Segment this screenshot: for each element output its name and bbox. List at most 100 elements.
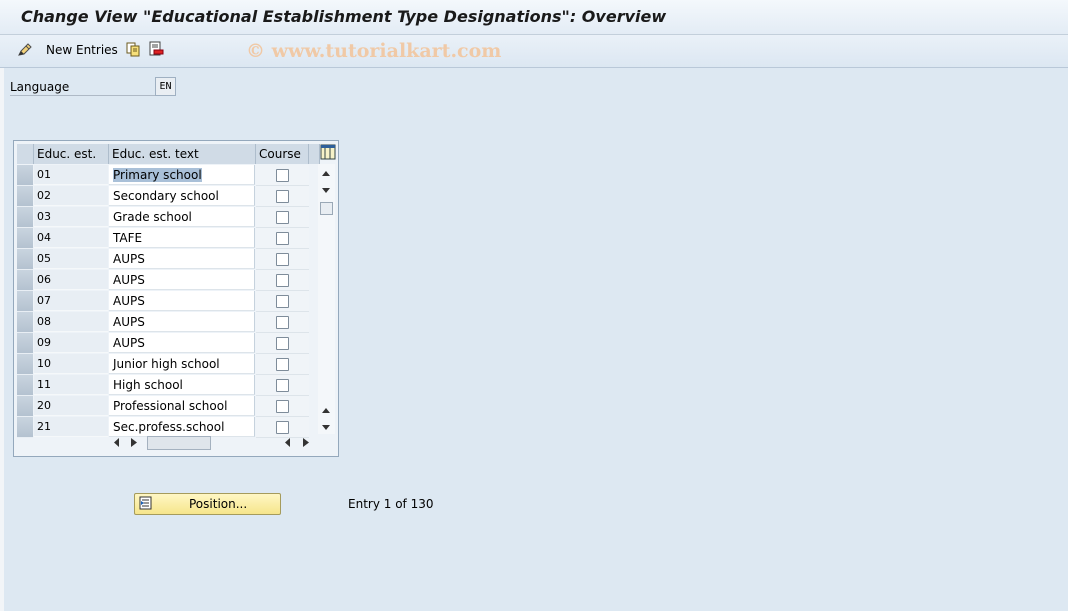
educ-est-text-cell[interactable]: High school — [109, 375, 255, 395]
course-cell — [256, 249, 309, 270]
course-cell — [256, 228, 309, 249]
select-all-header[interactable] — [17, 144, 34, 164]
educ-est-cell: 09 — [34, 333, 108, 353]
educ-est-text-cell[interactable]: Primary school — [109, 165, 255, 185]
language-field[interactable]: EN — [155, 77, 176, 96]
educ-est-cell: 10 — [34, 354, 108, 374]
table-row[interactable]: 10 Junior high school — [17, 354, 320, 375]
educ-est-cell: 03 — [34, 207, 108, 227]
horizontal-scroll-thumb[interactable] — [147, 436, 211, 450]
scroll-thumb[interactable] — [320, 202, 333, 215]
row-selector[interactable] — [17, 207, 33, 228]
educ-est-text-cell[interactable]: AUPS — [109, 333, 255, 353]
delete-icon[interactable] — [148, 41, 164, 57]
educ-est-text-value: Junior high school — [113, 357, 220, 371]
watermark: © www.tutorialkart.com — [246, 40, 502, 62]
course-checkbox[interactable] — [276, 295, 289, 308]
table-row[interactable]: 03 Grade school — [17, 207, 320, 228]
scroll-down-icon[interactable] — [321, 187, 331, 194]
scroll-page-up-icon[interactable] — [321, 407, 331, 414]
course-checkbox[interactable] — [276, 421, 289, 434]
course-checkbox[interactable] — [276, 232, 289, 245]
scroll-right-icon-2[interactable] — [303, 438, 309, 447]
row-selector[interactable] — [17, 165, 33, 186]
column-header-educ-est-text[interactable]: Educ. est. text — [109, 144, 256, 164]
table-settings-icon[interactable] — [320, 144, 336, 160]
horizontal-scrollbar[interactable] — [109, 435, 313, 450]
row-selector[interactable] — [17, 417, 33, 438]
scroll-right-icon[interactable] — [131, 438, 137, 447]
course-checkbox[interactable] — [276, 400, 289, 413]
course-checkbox[interactable] — [276, 337, 289, 350]
table-row[interactable]: 05 AUPS — [17, 249, 320, 270]
educ-est-text-cell[interactable]: AUPS — [109, 312, 255, 332]
course-checkbox[interactable] — [276, 358, 289, 371]
column-header-course[interactable]: Course — [256, 144, 309, 164]
educ-est-cell: 02 — [34, 186, 108, 206]
course-checkbox[interactable] — [276, 169, 289, 182]
scroll-up-icon[interactable] — [321, 170, 331, 177]
table-row[interactable]: 06 AUPS — [17, 270, 320, 291]
copy-icon[interactable] — [125, 41, 141, 57]
table-row[interactable]: 04 TAFE — [17, 228, 320, 249]
row-selector[interactable] — [17, 249, 33, 270]
course-cell — [256, 396, 309, 417]
row-selector[interactable] — [17, 270, 33, 291]
course-checkbox[interactable] — [276, 253, 289, 266]
row-selector[interactable] — [17, 291, 33, 312]
application-toolbar: New Entries © www.tutorialkart.com — [0, 35, 1068, 68]
course-cell — [256, 333, 309, 354]
course-cell — [256, 270, 309, 291]
course-checkbox[interactable] — [276, 316, 289, 329]
position-icon — [139, 496, 152, 510]
table-row[interactable]: 07 AUPS — [17, 291, 320, 312]
educ-est-text-value: Sec.profess.school — [113, 420, 225, 434]
table-row[interactable]: 01 Primary school — [17, 165, 320, 186]
course-cell — [256, 312, 309, 333]
row-selector[interactable] — [17, 186, 33, 207]
educ-est-text-cell[interactable]: Secondary school — [109, 186, 255, 206]
position-button[interactable]: Position... — [134, 493, 281, 515]
scroll-left-icon-2[interactable] — [285, 438, 291, 447]
table-row[interactable]: 20 Professional school — [17, 396, 320, 417]
course-checkbox[interactable] — [276, 211, 289, 224]
row-selector[interactable] — [17, 354, 33, 375]
educ-est-text-cell[interactable]: Grade school — [109, 207, 255, 227]
educ-est-text-value: AUPS — [113, 273, 145, 287]
table-row[interactable]: 11 High school — [17, 375, 320, 396]
vertical-scrollbar[interactable] — [318, 164, 335, 434]
educ-est-text-cell[interactable]: AUPS — [109, 291, 255, 311]
course-checkbox[interactable] — [276, 190, 289, 203]
table-row[interactable]: 02 Secondary school — [17, 186, 320, 207]
column-header-educ-est[interactable]: Educ. est. — [34, 144, 109, 164]
row-selector[interactable] — [17, 396, 33, 417]
educ-est-text-cell[interactable]: TAFE — [109, 228, 255, 248]
course-checkbox[interactable] — [276, 274, 289, 287]
educ-est-cell: 20 — [34, 396, 108, 416]
course-cell — [256, 207, 309, 228]
course-cell — [256, 165, 309, 186]
new-entries-button[interactable]: New Entries — [46, 43, 118, 57]
educ-est-text-value: Professional school — [113, 399, 228, 413]
educ-est-text-value: Secondary school — [113, 189, 219, 203]
educ-est-text-cell[interactable]: Sec.profess.school — [109, 417, 255, 437]
row-selector[interactable] — [17, 333, 33, 354]
educ-est-text-cell[interactable]: Professional school — [109, 396, 255, 416]
scroll-left-icon[interactable] — [114, 438, 120, 447]
educ-est-cell: 01 — [34, 165, 108, 185]
table-row[interactable]: 08 AUPS — [17, 312, 320, 333]
row-selector[interactable] — [17, 228, 33, 249]
pencil-icon[interactable] — [17, 42, 33, 58]
educ-est-text-cell[interactable]: AUPS — [109, 270, 255, 290]
row-selector[interactable] — [17, 375, 33, 396]
educ-est-cell: 11 — [34, 375, 108, 395]
course-checkbox[interactable] — [276, 379, 289, 392]
educ-est-text-cell[interactable]: AUPS — [109, 249, 255, 269]
educ-est-text-value: High school — [113, 378, 183, 392]
educ-est-text-cell[interactable]: Junior high school — [109, 354, 255, 374]
scroll-page-down-icon[interactable] — [321, 424, 331, 431]
position-button-label: Position... — [189, 497, 248, 511]
table-row[interactable]: 09 AUPS — [17, 333, 320, 354]
row-selector[interactable] — [17, 312, 33, 333]
header-filler — [309, 144, 320, 164]
